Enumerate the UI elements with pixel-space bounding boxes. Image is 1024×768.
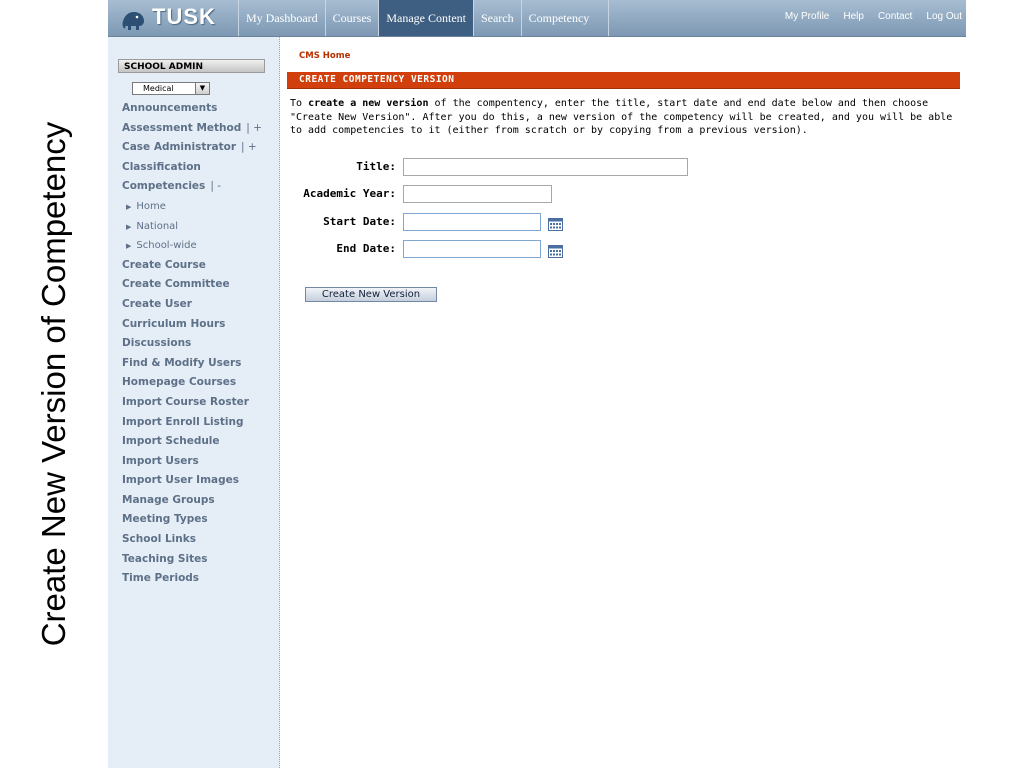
chevron-down-icon[interactable]: ▼ — [195, 83, 209, 94]
sidebar-item-announcements[interactable]: Announcements — [122, 99, 262, 119]
contact-link[interactable]: Contact — [878, 0, 912, 36]
sidebar-item-time-periods[interactable]: Time Periods — [122, 569, 262, 589]
section-title: CREATE COMPETENCY VERSION — [299, 74, 455, 85]
slide-title-area: Create New Version of Competency — [0, 0, 108, 768]
academic-year-label-cell: Academic Year: — [280, 185, 396, 205]
sidebar-item-import-course-roster[interactable]: Import Course Roster — [122, 393, 262, 413]
sidebar-subitem-home[interactable]: ▶ Home — [122, 197, 262, 217]
sidebar-item-import-user-images[interactable]: Import User Images — [122, 471, 262, 491]
sidebar-subitem-label: School-wide — [136, 240, 197, 252]
academic-year-label: Academic Year: — [303, 187, 396, 200]
sidebar-item-import-schedule[interactable]: Import Schedule — [122, 432, 262, 452]
sidebar: SCHOOL ADMIN Medical ▼ Announcements Ass… — [108, 37, 280, 768]
sidebar-item-manage-groups[interactable]: Manage Groups — [122, 491, 262, 511]
sidebar-subitem-label: National — [136, 220, 179, 232]
triangle-right-icon: ▶ — [126, 202, 132, 211]
academic-year-input[interactable] — [403, 185, 552, 203]
sidebar-subitem-school-wide[interactable]: ▶ School-wide — [122, 236, 262, 256]
tusk-logo[interactable]: TUSK — [114, 0, 242, 36]
expand-toggle[interactable]: | + — [246, 122, 262, 134]
start-date-label-cell: Start Date: — [280, 213, 396, 233]
sidebar-item-case-administrator[interactable]: Case Administrator | + — [122, 138, 262, 158]
end-date-label-cell: End Date: — [280, 240, 396, 260]
sidebar-item-create-course[interactable]: Create Course — [122, 256, 262, 276]
title-input[interactable] — [403, 158, 688, 176]
sidebar-item-competencies[interactable]: Competencies | - — [122, 177, 262, 197]
nav-search[interactable]: Search — [472, 0, 521, 36]
sidebar-subitem-national[interactable]: ▶ National — [122, 217, 262, 237]
sidebar-item-label: Competencies — [122, 180, 206, 193]
intro-text-bold: create a new version — [308, 98, 429, 109]
expand-toggle[interactable]: | + — [241, 141, 257, 153]
title-label-cell: Title: — [280, 158, 396, 178]
elephant-logo-icon — [122, 12, 144, 30]
log-out-link[interactable]: Log Out — [926, 0, 962, 36]
end-date-input[interactable] — [403, 240, 541, 258]
breadcrumb-cms-home[interactable]: CMS Home — [299, 51, 350, 61]
nav-manage-content[interactable]: Manage Content — [378, 0, 473, 36]
tusk-app: TUSK My Dashboard Courses Manage Content… — [108, 0, 966, 768]
title-label: Title: — [356, 160, 396, 173]
sidebar-item-curriculum-hours[interactable]: Curriculum Hours — [122, 315, 262, 335]
calendar-icon[interactable] — [548, 218, 563, 231]
sidebar-item-import-users[interactable]: Import Users — [122, 452, 262, 472]
sidebar-item-teaching-sites[interactable]: Teaching Sites — [122, 550, 262, 570]
logo-text: TUSK — [152, 4, 216, 29]
top-navigation-bar: TUSK My Dashboard Courses Manage Content… — [108, 0, 966, 37]
school-select-value: Medical — [143, 84, 174, 93]
school-select[interactable]: Medical ▼ — [132, 82, 210, 95]
start-date-label: Start Date: — [323, 215, 396, 228]
nav-competency[interactable]: Competency — [520, 0, 609, 36]
sidebar-item-label: Assessment Method — [122, 121, 242, 134]
main-content: CMS Home CREATE COMPETENCY VERSION To cr… — [280, 37, 966, 768]
main-nav: My Dashboard Courses Manage Content Sear… — [238, 0, 609, 36]
my-profile-link[interactable]: My Profile — [785, 0, 829, 36]
collapse-toggle[interactable]: | - — [210, 180, 221, 192]
start-date-input[interactable] — [403, 213, 541, 231]
section-header-bar: CREATE COMPETENCY VERSION — [287, 72, 960, 89]
create-new-version-button[interactable]: Create New Version — [305, 287, 437, 302]
sidebar-menu: Announcements Assessment Method | + Case … — [122, 99, 262, 589]
sidebar-item-school-links[interactable]: School Links — [122, 530, 262, 550]
sidebar-subitem-label: Home — [136, 200, 166, 212]
sidebar-item-homepage-courses[interactable]: Homepage Courses — [122, 373, 262, 393]
sidebar-title: SCHOOL ADMIN — [118, 59, 265, 73]
nav-my-dashboard[interactable]: My Dashboard — [238, 0, 325, 36]
triangle-right-icon: ▶ — [126, 242, 132, 251]
intro-text-start: To — [290, 98, 309, 109]
utility-links: My Profile Help Contact Log Out — [771, 0, 962, 36]
calendar-icon[interactable] — [548, 245, 563, 258]
sidebar-item-discussions[interactable]: Discussions — [122, 334, 262, 354]
help-link[interactable]: Help — [843, 0, 864, 36]
sidebar-item-assessment-method[interactable]: Assessment Method | + — [122, 119, 262, 139]
sidebar-item-create-user[interactable]: Create User — [122, 295, 262, 315]
triangle-right-icon: ▶ — [126, 222, 132, 231]
sidebar-item-label: Case Administrator — [122, 141, 237, 154]
sidebar-item-find-modify-users[interactable]: Find & Modify Users — [122, 354, 262, 374]
slide-title: Create New Version of Competency — [35, 121, 72, 647]
sidebar-item-import-enroll-listing[interactable]: Import Enroll Listing — [122, 413, 262, 433]
intro-text: To create a new version of the compenten… — [290, 97, 962, 138]
end-date-label: End Date: — [336, 242, 396, 255]
sidebar-item-meeting-types[interactable]: Meeting Types — [122, 510, 262, 530]
nav-courses[interactable]: Courses — [324, 0, 379, 36]
sidebar-item-classification[interactable]: Classification — [122, 158, 262, 178]
sidebar-item-create-committee[interactable]: Create Committee — [122, 275, 262, 295]
